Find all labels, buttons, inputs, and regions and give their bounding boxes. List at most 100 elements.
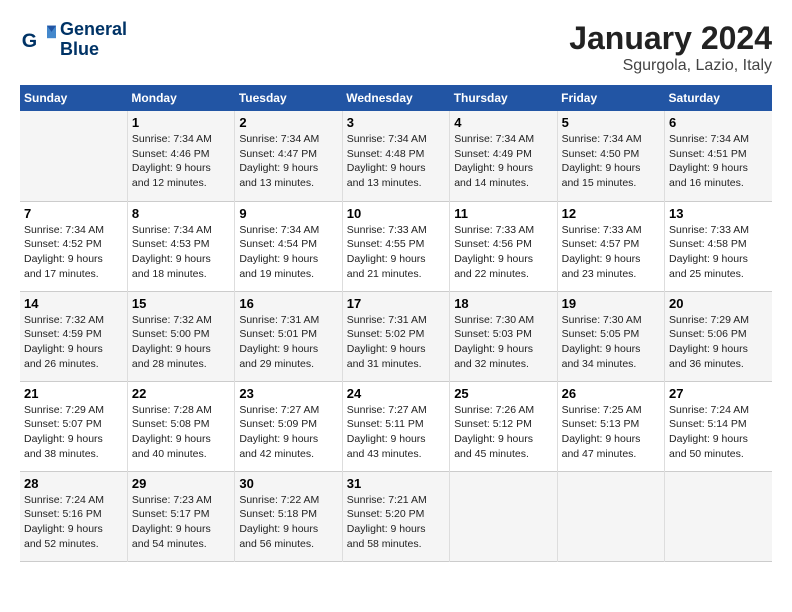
- day-number: 23: [239, 386, 337, 401]
- day-number: 4: [454, 115, 552, 130]
- day-number: 15: [132, 296, 230, 311]
- weekday-header-sunday: Sunday: [20, 85, 127, 111]
- weekday-header-wednesday: Wednesday: [342, 85, 449, 111]
- day-info: Sunrise: 7:34 AM Sunset: 4:51 PM Dayligh…: [669, 132, 768, 191]
- page-title: January 2024: [569, 20, 772, 57]
- calendar-cell: 5 Sunrise: 7:34 AM Sunset: 4:50 PM Daylig…: [557, 111, 664, 201]
- calendar-header: SundayMondayTuesdayWednesdayThursdayFrid…: [20, 85, 772, 111]
- day-number: 16: [239, 296, 337, 311]
- day-number: 11: [454, 206, 552, 221]
- calendar-cell: 9 Sunrise: 7:34 AM Sunset: 4:54 PM Daylig…: [235, 201, 342, 291]
- day-info: Sunrise: 7:29 AM Sunset: 5:06 PM Dayligh…: [669, 313, 768, 372]
- day-info: Sunrise: 7:22 AM Sunset: 5:18 PM Dayligh…: [239, 493, 337, 552]
- day-number: 22: [132, 386, 230, 401]
- day-info: Sunrise: 7:23 AM Sunset: 5:17 PM Dayligh…: [132, 493, 230, 552]
- calendar-cell: [20, 111, 127, 201]
- calendar-cell: [665, 471, 772, 561]
- day-info: Sunrise: 7:21 AM Sunset: 5:20 PM Dayligh…: [347, 493, 445, 552]
- calendar-cell: 25Sunrise: 7:26 AM Sunset: 5:12 PM Dayli…: [450, 381, 557, 471]
- day-number: 17: [347, 296, 445, 311]
- day-number: 26: [562, 386, 660, 401]
- logo: G General Blue: [20, 20, 127, 60]
- logo-line1: General: [60, 19, 127, 39]
- day-info: Sunrise: 7:34 AM Sunset: 4:50 PM Dayligh…: [562, 132, 660, 191]
- day-info: Sunrise: 7:33 AM Sunset: 4:55 PM Dayligh…: [347, 223, 445, 282]
- weekday-header-thursday: Thursday: [450, 85, 557, 111]
- calendar-cell: 27 Sunrise: 7:24 AM Sunset: 5:14 PM Dayli…: [665, 381, 772, 471]
- calendar-cell: 11 Sunrise: 7:33 AM Sunset: 4:56 PM Dayli…: [450, 201, 557, 291]
- day-info: Sunrise: 7:28 AM Sunset: 5:08 PM Dayligh…: [132, 403, 230, 462]
- calendar-cell: 15 Sunrise: 7:32 AM Sunset: 5:00 PM Dayli…: [127, 291, 234, 381]
- day-info: Sunrise: 7:34 AM Sunset: 4:46 PM Dayligh…: [132, 132, 230, 191]
- page-header: G General Blue January 2024 Sgurgola, La…: [20, 20, 772, 75]
- calendar-body: 1 Sunrise: 7:34 AM Sunset: 4:46 PM Daylig…: [20, 111, 772, 561]
- day-info: Sunrise: 7:34 AM Sunset: 4:53 PM Dayligh…: [132, 223, 230, 282]
- day-number: 6: [669, 115, 768, 130]
- calendar-cell: 17 Sunrise: 7:31 AM Sunset: 5:02 PM Dayli…: [342, 291, 449, 381]
- day-info: Sunrise: 7:25 AM Sunset: 5:13 PM Dayligh…: [562, 403, 660, 462]
- weekday-header-tuesday: Tuesday: [235, 85, 342, 111]
- week-row-2: 7Sunrise: 7:34 AM Sunset: 4:52 PM Daylig…: [20, 201, 772, 291]
- day-info: Sunrise: 7:24 AM Sunset: 5:14 PM Dayligh…: [669, 403, 768, 462]
- calendar-cell: [450, 471, 557, 561]
- week-row-3: 14 Sunrise: 7:32 AM Sunset: 4:59 PM Dayli…: [20, 291, 772, 381]
- calendar-cell: 21 Sunrise: 7:29 AM Sunset: 5:07 PM Dayli…: [20, 381, 127, 471]
- calendar-cell: 18Sunrise: 7:30 AM Sunset: 5:03 PM Dayli…: [450, 291, 557, 381]
- logo-line2: Blue: [60, 39, 99, 59]
- calendar-table: SundayMondayTuesdayWednesdayThursdayFrid…: [20, 85, 772, 562]
- day-number: 19: [562, 296, 660, 311]
- day-number: 25: [454, 386, 552, 401]
- calendar-cell: 31Sunrise: 7:21 AM Sunset: 5:20 PM Dayli…: [342, 471, 449, 561]
- calendar-cell: 28Sunrise: 7:24 AM Sunset: 5:16 PM Dayli…: [20, 471, 127, 561]
- day-number: 20: [669, 296, 768, 311]
- calendar-cell: 6 Sunrise: 7:34 AM Sunset: 4:51 PM Daylig…: [665, 111, 772, 201]
- day-number: 18: [454, 296, 552, 311]
- calendar-cell: 12Sunrise: 7:33 AM Sunset: 4:57 PM Dayli…: [557, 201, 664, 291]
- day-number: 24: [347, 386, 445, 401]
- day-info: Sunrise: 7:24 AM Sunset: 5:16 PM Dayligh…: [24, 493, 123, 552]
- day-number: 3: [347, 115, 445, 130]
- day-info: Sunrise: 7:34 AM Sunset: 4:49 PM Dayligh…: [454, 132, 552, 191]
- calendar-cell: 23 Sunrise: 7:27 AM Sunset: 5:09 PM Dayli…: [235, 381, 342, 471]
- day-info: Sunrise: 7:30 AM Sunset: 5:05 PM Dayligh…: [562, 313, 660, 372]
- day-number: 12: [562, 206, 660, 221]
- week-row-5: 28Sunrise: 7:24 AM Sunset: 5:16 PM Dayli…: [20, 471, 772, 561]
- calendar-cell: 3 Sunrise: 7:34 AM Sunset: 4:48 PM Daylig…: [342, 111, 449, 201]
- day-number: 14: [24, 296, 123, 311]
- week-row-1: 1 Sunrise: 7:34 AM Sunset: 4:46 PM Daylig…: [20, 111, 772, 201]
- day-number: 13: [669, 206, 768, 221]
- day-number: 21: [24, 386, 123, 401]
- day-info: Sunrise: 7:32 AM Sunset: 4:59 PM Dayligh…: [24, 313, 123, 372]
- weekday-header-saturday: Saturday: [665, 85, 772, 111]
- day-info: Sunrise: 7:27 AM Sunset: 5:11 PM Dayligh…: [347, 403, 445, 462]
- calendar-cell: 22 Sunrise: 7:28 AM Sunset: 5:08 PM Dayli…: [127, 381, 234, 471]
- calendar-cell: [557, 471, 664, 561]
- calendar-cell: 1 Sunrise: 7:34 AM Sunset: 4:46 PM Daylig…: [127, 111, 234, 201]
- calendar-cell: 14 Sunrise: 7:32 AM Sunset: 4:59 PM Dayli…: [20, 291, 127, 381]
- day-info: Sunrise: 7:31 AM Sunset: 5:01 PM Dayligh…: [239, 313, 337, 372]
- day-number: 9: [239, 206, 337, 221]
- day-info: Sunrise: 7:29 AM Sunset: 5:07 PM Dayligh…: [24, 403, 123, 462]
- day-info: Sunrise: 7:34 AM Sunset: 4:48 PM Dayligh…: [347, 132, 445, 191]
- day-number: 27: [669, 386, 768, 401]
- calendar-cell: 2Sunrise: 7:34 AM Sunset: 4:47 PM Daylig…: [235, 111, 342, 201]
- day-info: Sunrise: 7:34 AM Sunset: 4:47 PM Dayligh…: [239, 132, 337, 191]
- day-info: Sunrise: 7:31 AM Sunset: 5:02 PM Dayligh…: [347, 313, 445, 372]
- day-info: Sunrise: 7:34 AM Sunset: 4:54 PM Dayligh…: [239, 223, 337, 282]
- day-number: 1: [132, 115, 230, 130]
- calendar-cell: 8Sunrise: 7:34 AM Sunset: 4:53 PM Daylig…: [127, 201, 234, 291]
- calendar-cell: 24 Sunrise: 7:27 AM Sunset: 5:11 PM Dayli…: [342, 381, 449, 471]
- calendar-cell: 13Sunrise: 7:33 AM Sunset: 4:58 PM Dayli…: [665, 201, 772, 291]
- calendar-cell: 16 Sunrise: 7:31 AM Sunset: 5:01 PM Dayli…: [235, 291, 342, 381]
- day-number: 5: [562, 115, 660, 130]
- calendar-cell: 20 Sunrise: 7:29 AM Sunset: 5:06 PM Dayli…: [665, 291, 772, 381]
- week-row-4: 21 Sunrise: 7:29 AM Sunset: 5:07 PM Dayli…: [20, 381, 772, 471]
- calendar-cell: 30Sunrise: 7:22 AM Sunset: 5:18 PM Dayli…: [235, 471, 342, 561]
- weekday-header-friday: Friday: [557, 85, 664, 111]
- day-info: Sunrise: 7:32 AM Sunset: 5:00 PM Dayligh…: [132, 313, 230, 372]
- calendar-cell: 10Sunrise: 7:33 AM Sunset: 4:55 PM Dayli…: [342, 201, 449, 291]
- day-info: Sunrise: 7:33 AM Sunset: 4:56 PM Dayligh…: [454, 223, 552, 282]
- day-info: Sunrise: 7:27 AM Sunset: 5:09 PM Dayligh…: [239, 403, 337, 462]
- weekday-header-monday: Monday: [127, 85, 234, 111]
- calendar-cell: 26 Sunrise: 7:25 AM Sunset: 5:13 PM Dayli…: [557, 381, 664, 471]
